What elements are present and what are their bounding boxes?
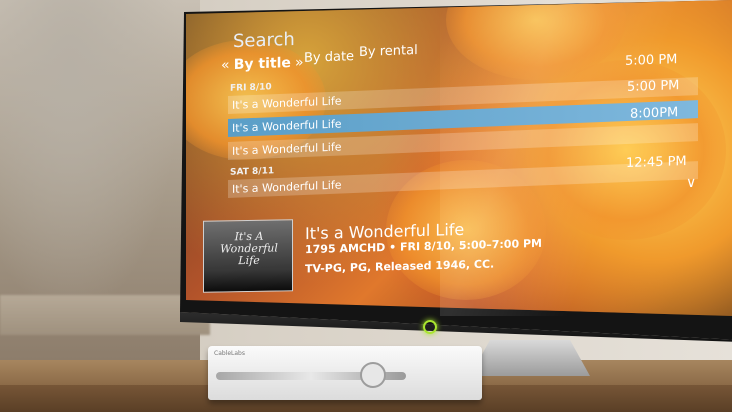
tab-by-rental[interactable]: By rental	[359, 43, 418, 60]
day-label: FRI 8/10	[230, 82, 272, 94]
listing-title: It's a Wonderful Life	[232, 116, 342, 135]
listing-time: 5:00 PM	[627, 78, 680, 95]
tab-by-title[interactable]: « By title »	[221, 55, 304, 74]
set-top-box-brand: CableLabs	[214, 350, 245, 357]
detail-info: TV-PG, PG, Released 1946, CC.	[305, 257, 495, 276]
chevron-down-icon[interactable]: ∨	[686, 175, 696, 191]
chevron-left-icon[interactable]: «	[221, 57, 230, 73]
listing-title: It's a Wonderful Life	[232, 177, 342, 196]
poster-title: It's A Wonderful Life	[220, 229, 278, 268]
chevron-right-icon[interactable]: »	[295, 55, 304, 71]
directional-pad-icon[interactable]	[360, 362, 386, 388]
day-label: SAT 8/11	[230, 166, 275, 178]
menu-title: Search	[233, 28, 295, 53]
listing-title: It's a Wonderful Life	[232, 139, 342, 158]
listing-time: 12:45 PM	[626, 153, 687, 172]
header-time: 5:00 PM	[625, 52, 678, 69]
listing-title: It's a Wonderful Life	[232, 93, 342, 112]
tab-by-date[interactable]: By date	[304, 49, 354, 66]
listing-time: 8:00PM	[630, 105, 679, 122]
tab-label: By title	[233, 55, 291, 73]
movie-poster: It's A Wonderful Life	[203, 219, 293, 293]
poster-scene	[204, 268, 292, 292]
